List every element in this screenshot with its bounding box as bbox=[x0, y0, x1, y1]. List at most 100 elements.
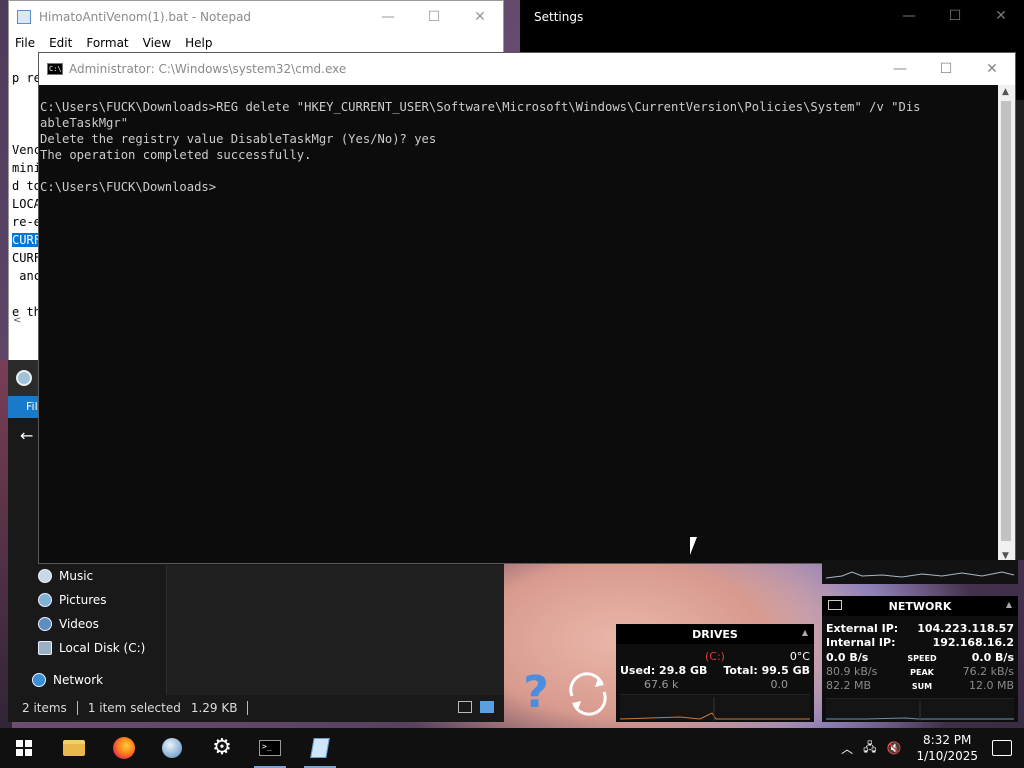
network-icon bbox=[32, 673, 46, 687]
drive-read: 67.6 k bbox=[644, 678, 679, 691]
large-icons-view-icon[interactable] bbox=[480, 701, 494, 713]
notepad-close-button[interactable]: ✕ bbox=[457, 1, 503, 33]
refresh-icon[interactable] bbox=[562, 668, 614, 720]
back-arrow-icon[interactable]: ← bbox=[20, 426, 33, 445]
nav-item-music[interactable]: Music bbox=[38, 569, 93, 583]
system-tray: ︿ 🖧 🔇 8:32 PM 1/10/2025 bbox=[836, 728, 1024, 768]
cmd-window[interactable]: C:\ Administrator: C:\Windows\system32\c… bbox=[38, 52, 1016, 564]
notepad-line: anc bbox=[12, 269, 41, 283]
cmd-minimize-button[interactable]: — bbox=[877, 53, 923, 85]
nav-item-pictures[interactable]: Pictures bbox=[38, 593, 107, 607]
console-line: C:\Users\FUCK\Downloads>REG delete "HKEY… bbox=[40, 100, 921, 114]
external-ip-label: External IP: bbox=[826, 622, 899, 635]
videos-icon bbox=[38, 617, 52, 631]
taskbar-settings[interactable]: ⚙ bbox=[198, 728, 246, 768]
settings-minimize-button[interactable]: — bbox=[886, 0, 932, 32]
drive-activity-graph bbox=[619, 694, 810, 721]
taskbar-firefox[interactable] bbox=[100, 728, 148, 768]
menu-format[interactable]: Format bbox=[86, 36, 128, 50]
collapse-icon[interactable]: ▲ bbox=[802, 628, 808, 637]
notepad-line: d to bbox=[12, 179, 41, 193]
speed-label: SPEED bbox=[907, 654, 937, 663]
cmd-icon: >_ bbox=[259, 740, 281, 756]
notepad-menubar: File Edit Format View Help bbox=[9, 33, 503, 53]
nav-item-label: Local Disk (C:) bbox=[59, 641, 146, 655]
network-top-graph bbox=[822, 560, 1018, 584]
explorer-titlebar[interactable] bbox=[8, 360, 40, 396]
notepad-icon bbox=[310, 738, 330, 758]
start-button[interactable] bbox=[0, 728, 48, 768]
menu-edit[interactable]: Edit bbox=[49, 36, 72, 50]
collapse-icon[interactable]: ▲ bbox=[1006, 600, 1012, 609]
menu-view[interactable]: View bbox=[143, 36, 171, 50]
music-icon bbox=[38, 569, 52, 583]
explorer-app-icon bbox=[16, 370, 32, 386]
drives-widget[interactable]: DRIVES ▲ (C:) 0°C Used: 29.8 GB Total: 9… bbox=[616, 624, 814, 722]
notifications-icon[interactable] bbox=[992, 740, 1012, 756]
speed-down: 0.0 B/s bbox=[826, 651, 869, 664]
notepad-scroll-left-arrow[interactable]: < bbox=[13, 315, 21, 326]
folder-icon bbox=[63, 740, 85, 756]
external-ip-value: 104.223.118.57 bbox=[917, 622, 1014, 635]
network-widget-title: NETWORK bbox=[888, 599, 952, 613]
cmd-scrollbar[interactable]: ▲ ▼ bbox=[998, 85, 1015, 563]
taskbar-file-explorer[interactable] bbox=[50, 728, 98, 768]
clock-date: 1/10/2025 bbox=[916, 749, 978, 763]
scrollbar-thumb[interactable] bbox=[1001, 101, 1011, 541]
menu-file[interactable]: File bbox=[15, 36, 35, 50]
volume-muted-icon[interactable]: 🔇 bbox=[887, 741, 902, 755]
settings-maximize-button[interactable]: ☐ bbox=[932, 0, 978, 32]
settings-edge bbox=[1016, 100, 1024, 560]
explorer-nav-pane: Music Pictures Videos Local Disk (C:) Ne… bbox=[8, 565, 168, 695]
network-status-icon[interactable]: 🖧 bbox=[863, 738, 876, 759]
console-prompt: C:\Users\FUCK\Downloads> bbox=[40, 180, 217, 194]
chevron-up-icon[interactable]: ︿ bbox=[841, 740, 853, 757]
notepad-maximize-button[interactable]: ☐ bbox=[411, 1, 457, 33]
cmd-close-button[interactable]: ✕ bbox=[969, 53, 1015, 85]
sum-label: SUM bbox=[911, 682, 933, 691]
nav-item-label: Music bbox=[59, 569, 94, 583]
notepad-line: LOCA bbox=[12, 197, 41, 211]
drive-used: Used: 29.8 GB bbox=[620, 664, 708, 677]
internal-ip-value: 192.168.16.2 bbox=[932, 636, 1014, 649]
menu-help[interactable]: Help bbox=[185, 36, 212, 50]
notepad-line: re-e bbox=[12, 215, 41, 229]
cmd-titlebar[interactable]: C:\ Administrator: C:\Windows\system32\c… bbox=[39, 53, 1015, 85]
explorer-file-tab[interactable]: Fil bbox=[8, 396, 40, 418]
notepad-line: mini bbox=[12, 161, 41, 175]
status-selected: 1 item selected bbox=[87, 701, 181, 715]
console-output[interactable]: C:\Users\FUCK\Downloads>REG delete "HKEY… bbox=[39, 85, 999, 563]
status-divider bbox=[76, 701, 78, 715]
mouse-cursor-icon bbox=[690, 537, 697, 555]
taskbar-globe-app[interactable] bbox=[148, 728, 196, 768]
scroll-up-icon[interactable]: ▲ bbox=[1002, 87, 1009, 97]
drive-usage-row: Used: 29.8 GB Total: 99.5 GB bbox=[620, 664, 810, 677]
settings-close-button[interactable]: ✕ bbox=[978, 0, 1024, 32]
peak-down: 80.9 kB/s bbox=[826, 665, 878, 678]
nav-item-videos[interactable]: Videos bbox=[38, 617, 99, 631]
drive-letter-row: (C:) 0°C bbox=[620, 650, 810, 663]
details-view-icon[interactable] bbox=[458, 701, 472, 713]
notepad-minimize-button[interactable]: — bbox=[365, 1, 411, 33]
nav-item-network[interactable]: Network bbox=[32, 673, 103, 687]
globe-icon bbox=[162, 738, 182, 758]
nav-item-local-disk[interactable]: Local Disk (C:) bbox=[38, 641, 145, 655]
sum-up: 12.0 MB bbox=[968, 679, 1014, 692]
notepad-line-selected: CURF bbox=[12, 233, 41, 247]
drive-temp: 0°C bbox=[789, 650, 810, 663]
help-icon[interactable]: ? bbox=[518, 668, 554, 718]
cmd-icon: C:\ bbox=[47, 63, 63, 75]
taskbar-command-prompt[interactable]: >_ bbox=[246, 728, 294, 768]
gear-icon: ⚙ bbox=[212, 735, 232, 760]
cmd-maximize-button[interactable]: ☐ bbox=[923, 53, 969, 85]
taskbar-notepad[interactable] bbox=[296, 728, 344, 768]
clock-time: 8:32 PM bbox=[923, 733, 972, 747]
status-divider bbox=[247, 701, 249, 715]
network-widget[interactable]: NETWORK ▲ External IP: 104.223.118.57 In… bbox=[822, 596, 1018, 722]
clock[interactable]: 8:32 PM 1/10/2025 bbox=[916, 732, 978, 764]
network-widget-header: NETWORK ▲ bbox=[822, 596, 1018, 616]
windows-logo-icon bbox=[16, 740, 32, 756]
explorer-content-pane[interactable] bbox=[166, 565, 504, 695]
console-line: The operation completed successfully. bbox=[40, 148, 312, 162]
drive-total: Total: 99.5 GB bbox=[723, 664, 810, 677]
